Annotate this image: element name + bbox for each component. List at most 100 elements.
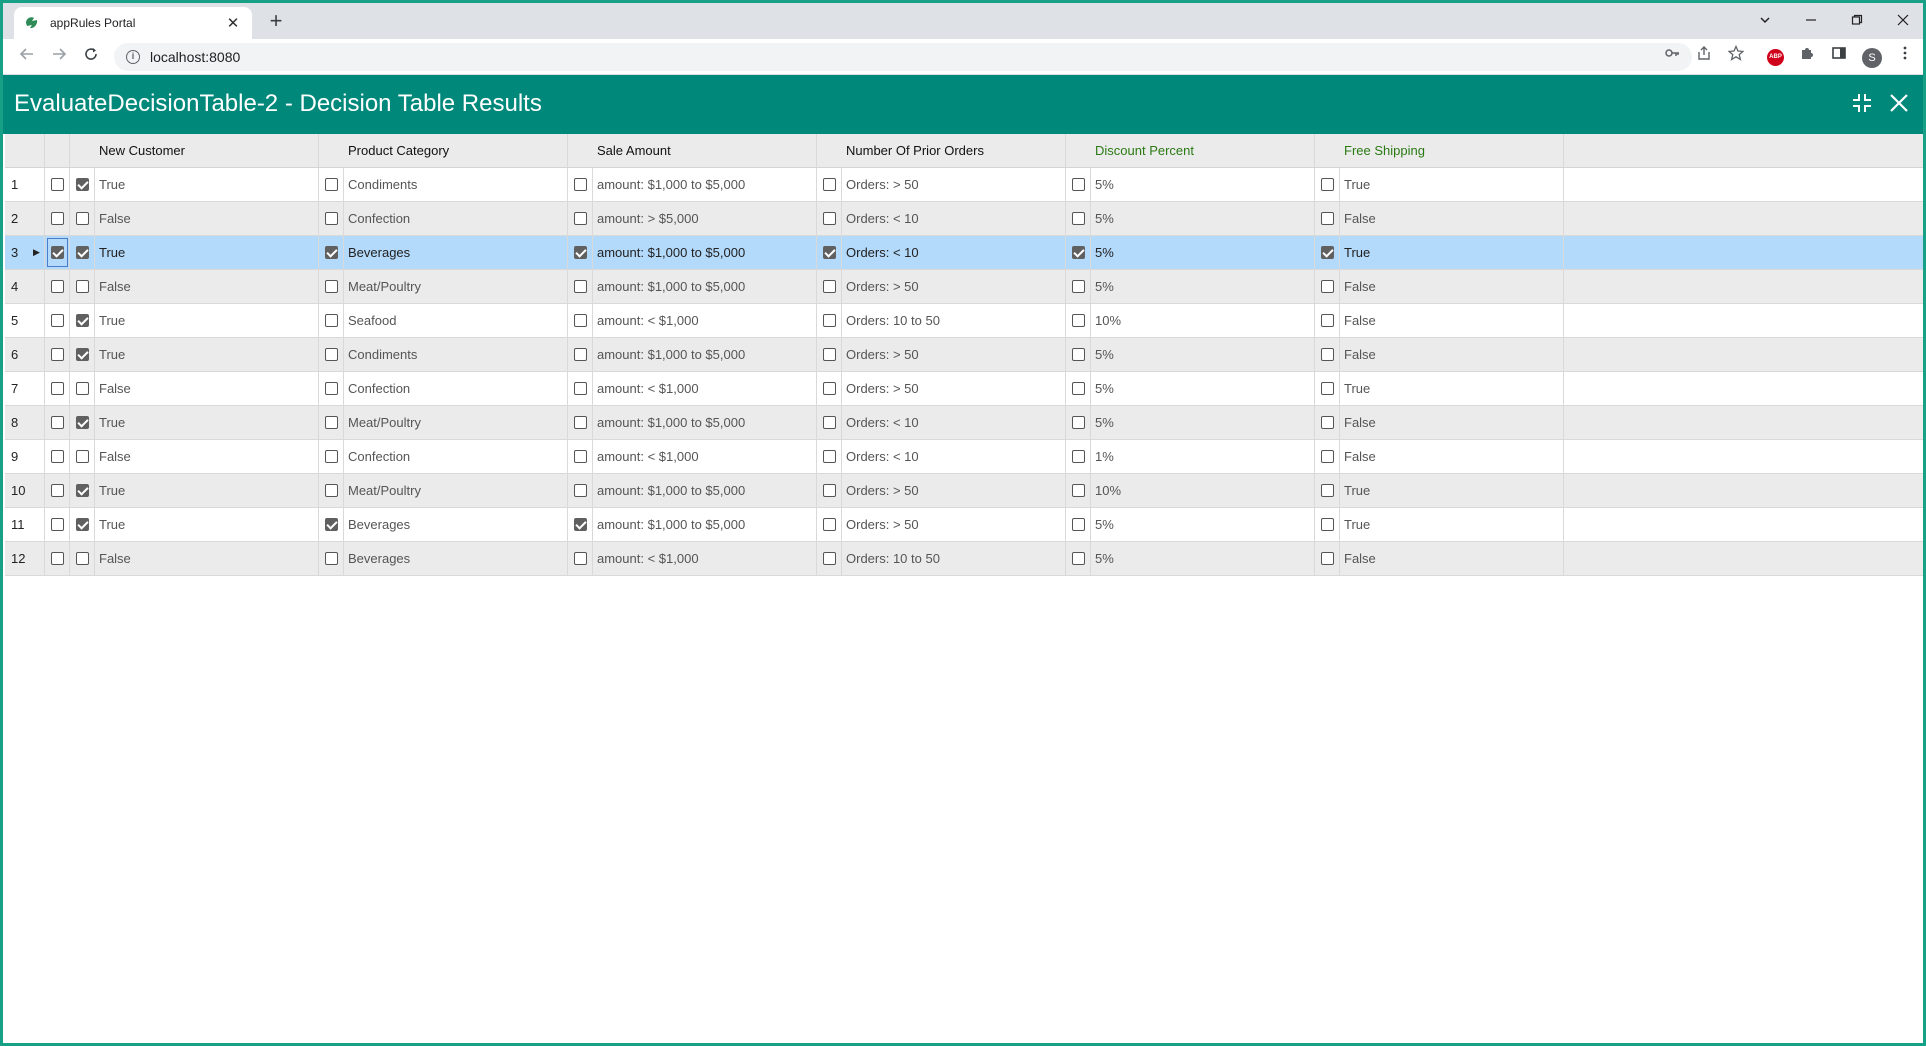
cell-checkbox[interactable] (1071, 246, 1085, 259)
extensions-puzzle-icon[interactable] (1795, 45, 1819, 69)
cell-checkbox[interactable] (1071, 178, 1085, 191)
cell-checkbox-cell[interactable] (817, 202, 842, 235)
cell-checkbox[interactable] (324, 348, 338, 361)
cell-value[interactable]: False (95, 270, 319, 303)
cell-checkbox-cell[interactable] (319, 270, 344, 303)
cell-checkbox[interactable] (822, 450, 836, 463)
cell-checkbox-cell[interactable] (817, 270, 842, 303)
cell-value[interactable]: True (1340, 236, 1564, 269)
cell-checkbox-cell[interactable] (1315, 474, 1340, 507)
cell-value[interactable]: 5% (1091, 372, 1315, 405)
cell-value[interactable]: False (1340, 270, 1564, 303)
cell-checkbox[interactable] (822, 416, 836, 429)
cell-checkbox-cell[interactable] (568, 304, 593, 337)
table-row[interactable]: 2 False Confection amount: > $5,000 Orders: … (5, 202, 1923, 236)
cell-checkbox-cell[interactable] (568, 338, 593, 371)
row-select-checkbox[interactable] (50, 246, 64, 259)
cell-checkbox[interactable] (75, 246, 89, 259)
cell-checkbox[interactable] (1320, 280, 1334, 293)
cell-value[interactable]: amount: $1,000 to $5,000 (593, 338, 817, 371)
window-close-icon[interactable] (1889, 9, 1917, 33)
new-tab-button[interactable]: + (265, 10, 287, 33)
cell-checkbox[interactable] (75, 518, 89, 531)
row-select-checkbox[interactable] (50, 450, 64, 463)
cell-checkbox[interactable] (573, 178, 587, 191)
cell-checkbox-cell[interactable] (1066, 542, 1091, 575)
cell-checkbox-cell[interactable] (70, 474, 95, 507)
cell-checkbox[interactable] (573, 314, 587, 327)
cell-value[interactable]: Orders: > 50 (842, 270, 1066, 303)
restore-icon[interactable] (1843, 9, 1871, 33)
cell-value[interactable]: Condiments (344, 168, 568, 201)
tab-close-icon[interactable]: ✕ (224, 14, 242, 32)
cell-checkbox[interactable] (75, 314, 89, 327)
cell-checkbox-cell[interactable] (817, 440, 842, 473)
cell-value[interactable]: Confection (344, 440, 568, 473)
cell-checkbox[interactable] (1071, 212, 1085, 225)
cell-value[interactable]: True (95, 508, 319, 541)
cell-checkbox[interactable] (573, 280, 587, 293)
cell-checkbox[interactable] (75, 212, 89, 225)
cell-checkbox[interactable] (324, 518, 338, 531)
cell-checkbox-cell[interactable] (1315, 440, 1340, 473)
cell-checkbox-cell[interactable] (1315, 542, 1340, 575)
column-header[interactable]: New Customer (70, 134, 319, 167)
cell-checkbox-cell[interactable] (817, 542, 842, 575)
column-header[interactable]: Product Category (319, 134, 568, 167)
cell-checkbox[interactable] (75, 348, 89, 361)
cell-checkbox-cell[interactable] (319, 304, 344, 337)
cell-value[interactable]: True (1340, 372, 1564, 405)
row-select-checkbox[interactable] (50, 212, 64, 225)
cell-value[interactable]: False (95, 372, 319, 405)
cell-checkbox-cell[interactable] (319, 474, 344, 507)
cell-value[interactable]: 1% (1091, 440, 1315, 473)
cell-checkbox-cell[interactable] (1315, 338, 1340, 371)
row-select-checkbox[interactable] (50, 416, 64, 429)
cell-checkbox-cell[interactable] (817, 236, 842, 269)
table-row[interactable]: 11 True Beverages amount: $1,000 to $5,000 O… (5, 508, 1923, 542)
cell-value[interactable]: amount: < $1,000 (593, 304, 817, 337)
cell-checkbox[interactable] (573, 382, 587, 395)
cell-checkbox-cell[interactable] (319, 440, 344, 473)
row-select-checkbox[interactable] (50, 518, 64, 531)
cell-checkbox[interactable] (324, 212, 338, 225)
bookmark-star-icon[interactable] (1724, 44, 1748, 69)
cell-checkbox-cell[interactable] (1066, 236, 1091, 269)
cell-value[interactable]: amount: $1,000 to $5,000 (593, 474, 817, 507)
cell-value[interactable]: Orders: > 50 (842, 372, 1066, 405)
cell-value[interactable]: True (95, 338, 319, 371)
cell-checkbox[interactable] (1320, 416, 1334, 429)
cell-checkbox-cell[interactable] (70, 440, 95, 473)
cell-value[interactable]: True (95, 304, 319, 337)
row-select-cell[interactable] (45, 236, 70, 269)
cell-value[interactable]: False (1340, 542, 1564, 575)
cell-checkbox[interactable] (75, 178, 89, 191)
cell-checkbox-cell[interactable] (568, 236, 593, 269)
table-row[interactable]: 7 False Confection amount: < $1,000 Orders: … (5, 372, 1923, 406)
cell-checkbox-cell[interactable] (70, 542, 95, 575)
browser-tab[interactable]: appRules Portal ✕ (14, 7, 252, 39)
cell-checkbox-cell[interactable] (1066, 372, 1091, 405)
cell-checkbox-cell[interactable] (568, 508, 593, 541)
row-select-checkbox[interactable] (50, 280, 64, 293)
cell-checkbox[interactable] (324, 178, 338, 191)
cell-value[interactable]: True (95, 474, 319, 507)
cell-value[interactable]: Condiments (344, 338, 568, 371)
cell-value[interactable]: Orders: > 50 (842, 168, 1066, 201)
table-row[interactable]: 5 True Seafood amount: < $1,000 Orders: 10 t… (5, 304, 1923, 338)
row-select-cell[interactable] (45, 202, 70, 235)
cell-checkbox-cell[interactable] (70, 202, 95, 235)
cell-checkbox-cell[interactable] (1315, 236, 1340, 269)
cell-checkbox-cell[interactable] (70, 236, 95, 269)
row-select-cell[interactable] (45, 372, 70, 405)
row-select-cell[interactable] (45, 474, 70, 507)
cell-checkbox-cell[interactable] (568, 372, 593, 405)
cell-checkbox[interactable] (822, 518, 836, 531)
cell-checkbox-cell[interactable] (70, 372, 95, 405)
cell-value[interactable]: 5% (1091, 202, 1315, 235)
cell-checkbox-cell[interactable] (70, 338, 95, 371)
cell-value[interactable]: 10% (1091, 304, 1315, 337)
cell-checkbox[interactable] (1320, 348, 1334, 361)
cell-checkbox-cell[interactable] (319, 168, 344, 201)
column-header[interactable]: Discount Percent (1066, 134, 1315, 167)
